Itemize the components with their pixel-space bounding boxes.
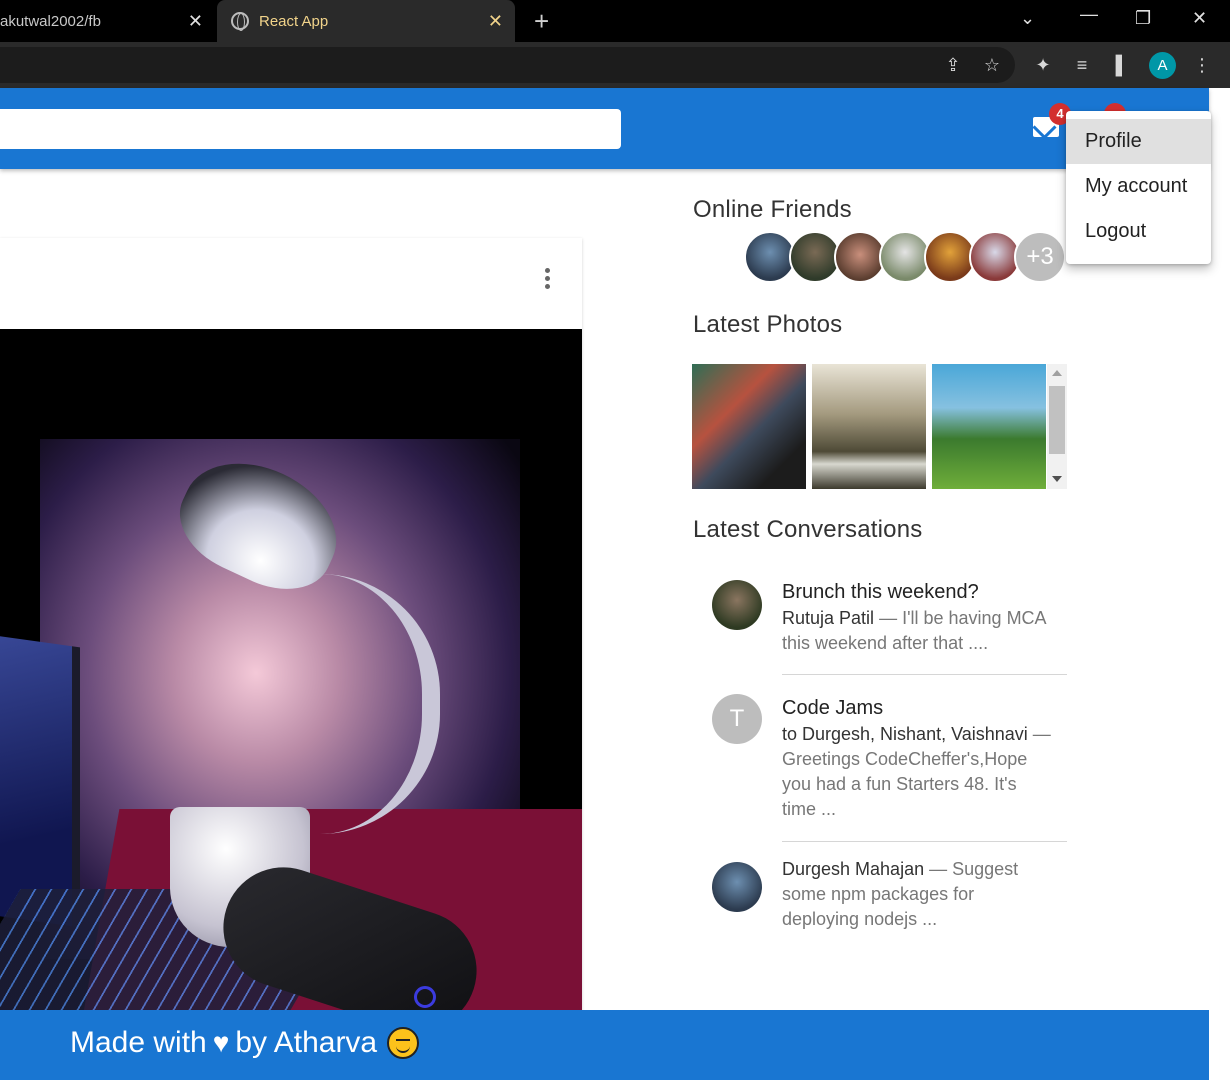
- extensions-icon[interactable]: ✦: [1032, 54, 1054, 76]
- online-friends-title: Online Friends: [693, 196, 852, 223]
- photo-thumbnail[interactable]: [812, 364, 926, 489]
- tab-title: akutwal2002/fb: [0, 12, 101, 30]
- close-window-icon[interactable]: ✕: [1192, 8, 1207, 29]
- conversation-body: Durgesh Mahajan — Suggest some npm packa…: [782, 857, 1052, 932]
- conversation-sender: Rutuja Patil: [782, 608, 875, 628]
- menu-item-profile[interactable]: Profile: [1066, 119, 1211, 164]
- more-friends-avatar[interactable]: +3: [1014, 231, 1066, 283]
- tab-close-icon[interactable]: ✕: [188, 11, 203, 31]
- avatar: T: [712, 694, 762, 744]
- chevron-down-icon[interactable]: ⌄: [1020, 8, 1035, 29]
- minimize-icon[interactable]: —: [1080, 4, 1098, 25]
- footer-suffix: by Atharva: [235, 1026, 378, 1059]
- divider: [782, 841, 1067, 842]
- side-panel-icon[interactable]: ▌: [1111, 54, 1133, 76]
- menu-item-my-account[interactable]: My account: [1066, 164, 1211, 209]
- footer: Made with ♥ by Atharva: [0, 1010, 1209, 1080]
- media-queue-icon[interactable]: ≡: [1071, 54, 1093, 76]
- scroll-down-icon[interactable]: [1052, 476, 1062, 482]
- browser-toolbar: ⇪ ☆ ✦ ≡ ▌ A ⋮: [0, 42, 1230, 88]
- photo-thumbnail[interactable]: [932, 364, 1046, 489]
- watermark-icon: [414, 986, 436, 1008]
- more-vert-icon[interactable]: ⋮: [1191, 54, 1213, 76]
- divider: [782, 674, 1067, 675]
- footer-prefix: Made with: [70, 1026, 207, 1059]
- scrollbar-thumb[interactable]: [1049, 386, 1065, 454]
- conversation-body: Code Jams to Durgesh, Nishant, Vaishnavi…: [782, 694, 1052, 822]
- footer-credit: Made with ♥ by Atharva: [70, 1026, 420, 1060]
- globe-icon: [231, 12, 249, 31]
- avatar: [712, 862, 762, 912]
- post-image: [0, 329, 582, 1010]
- tab-title: React App: [259, 12, 329, 30]
- app-bar: [0, 88, 1209, 169]
- latest-conversations-title: Latest Conversations: [693, 516, 923, 543]
- share-icon[interactable]: ⇪: [942, 54, 964, 76]
- latest-photos-title: Latest Photos: [693, 311, 843, 338]
- address-bar[interactable]: [0, 47, 1015, 83]
- more-vert-icon[interactable]: [543, 268, 551, 292]
- browser-tab-strip: akutwal2002/fb ✕ React App ✕ + ⌄ — ❐ ✕: [0, 0, 1230, 42]
- conversation-body: Brunch this weekend? Rutuja Patil — I'll…: [782, 578, 1052, 656]
- account-menu: Profile My account Logout: [1066, 111, 1211, 264]
- star-icon[interactable]: ☆: [981, 54, 1003, 76]
- scroll-up-icon[interactable]: [1052, 370, 1062, 376]
- profile-avatar[interactable]: A: [1149, 52, 1176, 79]
- avatar: [712, 580, 762, 630]
- browser-tab-active[interactable]: React App ✕: [217, 0, 515, 42]
- new-tab-icon[interactable]: +: [534, 8, 549, 34]
- browser-tab-inactive[interactable]: akutwal2002/fb ✕: [0, 0, 215, 42]
- smiley-icon: [387, 1027, 420, 1059]
- photo-thumbnail[interactable]: [692, 364, 806, 489]
- conversation-sender: to Durgesh, Nishant, Vaishnavi: [782, 724, 1028, 744]
- tab-close-icon[interactable]: ✕: [488, 11, 503, 31]
- menu-item-logout[interactable]: Logout: [1066, 209, 1211, 254]
- conversation-sender: Durgesh Mahajan: [782, 859, 925, 879]
- conversation-title: Brunch this weekend?: [782, 581, 979, 603]
- search-input[interactable]: [0, 109, 621, 149]
- conversation-title: Code Jams: [782, 697, 884, 719]
- heart-icon: ♥: [212, 1027, 230, 1058]
- restore-icon[interactable]: ❐: [1135, 8, 1151, 29]
